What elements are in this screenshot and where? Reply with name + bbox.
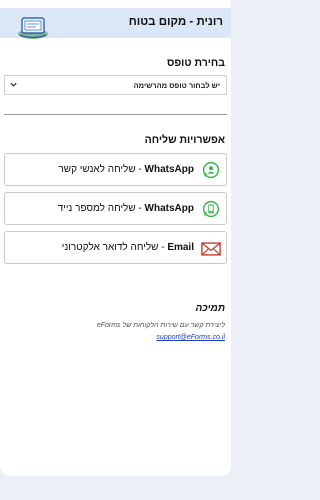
send-option-label: WhatsApp - שליחה לאנשי קשר — [58, 164, 194, 175]
form-select[interactable]: יש לבחור טופס מהרשימה — [4, 75, 227, 95]
divider — [4, 114, 227, 115]
page-title: רונית - מקום בטוח — [128, 16, 223, 28]
form-select-value: יש לבחור טופס מהרשימה — [133, 81, 220, 90]
send-email-button[interactable]: Email - שליחה לדואר אלקטרוני — [4, 231, 227, 264]
whatsapp-mobile-icon — [202, 200, 220, 218]
app-header: רונית - מקום בטוח — [0, 8, 231, 39]
envelope-icon — [201, 242, 221, 256]
support-email-link[interactable]: support@eForms.co.il — [156, 334, 225, 341]
send-options-title: אפשרויות שליחה — [144, 134, 225, 146]
whatsapp-contacts-icon — [202, 161, 220, 179]
support-title: תמיכה — [195, 303, 225, 314]
app-frame: רונית - מקום בטוח בחירת טופס יש לבחור טו… — [0, 0, 231, 476]
support-text: ליצירת קשר עם שירות הלקוחות של eForms — [96, 322, 225, 329]
send-option-label: WhatsApp - שליחה למספר נייד — [57, 203, 194, 214]
send-whatsapp-contacts-button[interactable]: WhatsApp - שליחה לאנשי קשר — [4, 153, 227, 186]
form-select-title: בחירת טופס — [166, 57, 225, 69]
send-whatsapp-mobile-button[interactable]: WhatsApp - שליחה למספר נייד — [4, 192, 227, 225]
chevron-down-icon — [10, 82, 17, 87]
send-option-label: Email - שליחה לדואר אלקטרוני — [61, 242, 194, 253]
eforms-logo-icon — [18, 17, 48, 39]
